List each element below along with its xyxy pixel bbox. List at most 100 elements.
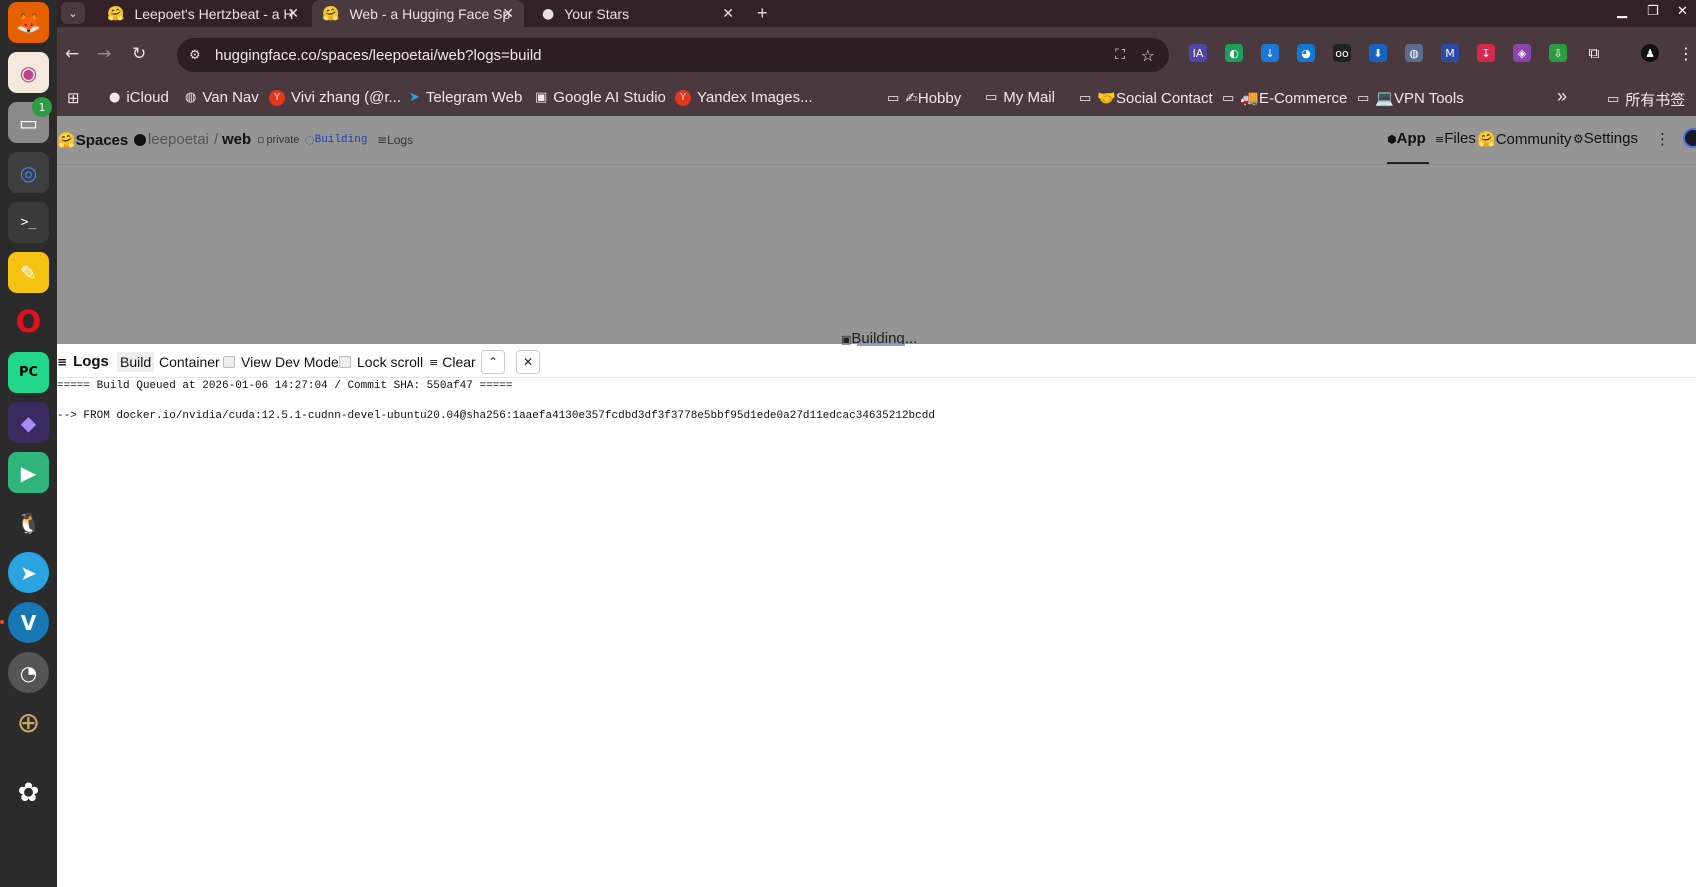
- tab-settings[interactable]: ⚙Settings: [1573, 130, 1638, 147]
- url-text[interactable]: huggingface.co/spaces/leepoetai/web?logs…: [215, 47, 542, 64]
- new-tab-button[interactable]: +: [747, 0, 777, 27]
- bookmark-label: Yandex Images...: [697, 89, 813, 106]
- bookmark-yandex-images[interactable]: Y Yandex Images...: [675, 89, 813, 106]
- tab-files[interactable]: ≡Files: [1435, 130, 1476, 147]
- ubuntu-dock: 🦊 ◉ ▭ 1 ◎ >_ ✎ O PC ◆ ▶ 🐧 ➤ V ◔ ⊕ ✿: [0, 0, 57, 887]
- edge-extension-icon[interactable]: ◕: [1297, 44, 1315, 62]
- green-download-extension-icon[interactable]: ⇩: [1549, 44, 1567, 62]
- glasses-extension-icon[interactable]: oo: [1333, 44, 1351, 62]
- bookmark-folder-vpn-tools[interactable]: ▭ 💻VPN Tools: [1357, 89, 1464, 107]
- obsidian-icon[interactable]: ◆: [8, 402, 49, 443]
- apps-grid-icon[interactable]: ⊞: [67, 89, 80, 107]
- send-app-icon[interactable]: ▶: [8, 452, 49, 493]
- maximize-icon[interactable]: ❐: [1647, 4, 1659, 19]
- tab-hertzbeat[interactable]: 🤗 Leepoet's Hertzbeat - a H ✕: [97, 0, 309, 27]
- close-icon[interactable]: ✕: [287, 5, 299, 22]
- forward-icon[interactable]: →: [97, 44, 111, 64]
- tab-your-stars[interactable]: ● Your Stars ✕: [532, 0, 744, 27]
- bookmark-icloud[interactable]: ● iCloud: [109, 89, 169, 106]
- bookmark-folder-e-commerce[interactable]: ▭ 🚚E-Commerce: [1222, 89, 1347, 107]
- bookmark-telegram-web[interactable]: ➤ Telegram Web: [409, 89, 522, 106]
- bookmarks-overflow-button[interactable]: »: [1557, 86, 1567, 107]
- minimize-icon[interactable]: ▁: [1617, 4, 1627, 19]
- bookmark-folder-social-contact[interactable]: ▭ 🤝Social Contact: [1079, 89, 1213, 107]
- log-line: ===== Build Queued at 2026-01-06 14:27:0…: [57, 380, 513, 392]
- telegram-icon[interactable]: ➤: [8, 552, 49, 593]
- purple-extension-icon[interactable]: ◈: [1513, 44, 1531, 62]
- ia-extension-icon[interactable]: IA: [1189, 44, 1207, 62]
- tab-community-label: Community: [1495, 131, 1572, 148]
- chrome-icon[interactable]: ◎: [8, 152, 49, 193]
- red-download-extension-icon[interactable]: ↧: [1477, 44, 1495, 62]
- logs-link[interactable]: ≡ Logs: [377, 133, 413, 147]
- close-window-icon[interactable]: ✕: [1677, 4, 1688, 19]
- text-editor-icon[interactable]: ✎: [8, 252, 49, 293]
- menu-kebab-icon[interactable]: ⋮: [1677, 44, 1695, 63]
- terminal-icon[interactable]: >_: [8, 202, 49, 243]
- status-badge: ◌ Building: [305, 133, 367, 146]
- save-extension-icon[interactable]: ⬇: [1369, 44, 1387, 62]
- checkbox-icon: [339, 356, 351, 368]
- collapse-up-icon[interactable]: ⌃: [481, 350, 505, 374]
- ubuntu-icon[interactable]: ✿: [8, 772, 49, 813]
- folder-icon: ▭: [1222, 90, 1235, 106]
- bookmark-van-nav[interactable]: ◍ Van Nav: [185, 89, 259, 106]
- mouse-extension-icon[interactable]: ◍: [1405, 44, 1423, 62]
- spaces-link[interactable]: 🤗 Spaces: [57, 131, 128, 150]
- bookmark-star-icon[interactable]: ☆: [1141, 46, 1155, 65]
- tab-list-button[interactable]: ⌄: [61, 2, 85, 24]
- qq-icon[interactable]: 🐧: [8, 502, 49, 543]
- photos-icon[interactable]: ◉: [8, 52, 49, 93]
- bookmark-folder-hobby[interactable]: ▭ ✍Hobby: [887, 89, 961, 107]
- tab-web-space[interactable]: 🤗 Web - a Hugging Face Sp ✕: [312, 0, 524, 27]
- clear-logs-button[interactable]: ≡ Clear: [429, 354, 476, 370]
- download-extension-icon[interactable]: ↓: [1261, 44, 1279, 62]
- crosshair-icon[interactable]: ⊕: [8, 702, 49, 743]
- bookmark-folder-my-mail[interactable]: ▭ My Mail: [985, 89, 1055, 106]
- private-label: private: [266, 133, 300, 146]
- bookmark-vivi-zhang[interactable]: Y Vivi zhang (@r...: [269, 89, 401, 106]
- markdown-extension-icon[interactable]: M: [1441, 44, 1459, 62]
- tab-app[interactable]: ⬢App: [1387, 130, 1426, 147]
- close-icon[interactable]: ✕: [722, 5, 734, 22]
- building-icon: ▣: [841, 333, 852, 346]
- green-extension-icon[interactable]: ◐: [1225, 44, 1243, 62]
- clear-icon: ≡: [429, 355, 439, 369]
- site-info-icon[interactable]: ⚙: [189, 48, 201, 63]
- firefox-icon[interactable]: 🦊: [8, 2, 49, 43]
- lock-scroll-checkbox[interactable]: Lock scroll: [339, 354, 423, 370]
- pycharm-icon[interactable]: PC: [8, 352, 49, 393]
- tab-community[interactable]: 🤗Community: [1477, 130, 1572, 148]
- user-avatar[interactable]: [1683, 128, 1696, 148]
- back-icon[interactable]: ←: [65, 44, 79, 64]
- tab-container-logs[interactable]: Container: [159, 354, 220, 370]
- extensions-puzzle-icon[interactable]: ⧉: [1585, 44, 1603, 62]
- bookmark-google-ai-studio[interactable]: ▣ Google AI Studio: [535, 89, 666, 106]
- view-dev-mode-checkbox[interactable]: View Dev Mode: [223, 354, 339, 370]
- bookmark-label: iCloud: [126, 89, 169, 106]
- repo-name[interactable]: web: [222, 131, 251, 148]
- owner-link[interactable]: leepoetai: [134, 131, 209, 148]
- bookmark-label: ✍Hobby: [905, 90, 962, 107]
- yandex-icon: Y: [675, 89, 691, 106]
- app-icon: ⬢: [1387, 133, 1397, 146]
- building-status-icon: ◌: [305, 133, 315, 146]
- opera-icon[interactable]: O: [8, 302, 49, 343]
- folder-icon: ▭: [985, 90, 998, 105]
- translate-icon[interactable]: ⛶: [1115, 47, 1125, 63]
- dev-mode-label: View Dev Mode: [241, 354, 339, 370]
- all-bookmarks-folder[interactable]: ▭ 所有书签: [1607, 89, 1685, 110]
- close-logs-icon[interactable]: ✕: [516, 350, 540, 374]
- reload-icon[interactable]: ↻: [132, 44, 146, 64]
- files-icon[interactable]: ▭ 1: [8, 97, 52, 143]
- speedometer-icon[interactable]: ◔: [8, 652, 49, 693]
- vivaldi-icon[interactable]: V: [8, 602, 49, 643]
- profile-avatar-icon[interactable]: ♟: [1641, 44, 1659, 62]
- address-bar[interactable]: ⚙ huggingface.co/spaces/leepoetai/web?lo…: [177, 38, 1169, 72]
- tab-build-logs[interactable]: Build: [117, 352, 155, 372]
- close-icon[interactable]: ✕: [502, 5, 514, 22]
- more-options-icon[interactable]: ⋮: [1655, 130, 1670, 148]
- folder-icon: ▭: [1357, 90, 1370, 106]
- bookmark-label: Google AI Studio: [553, 89, 666, 106]
- folder-icon: ▭: [887, 90, 900, 106]
